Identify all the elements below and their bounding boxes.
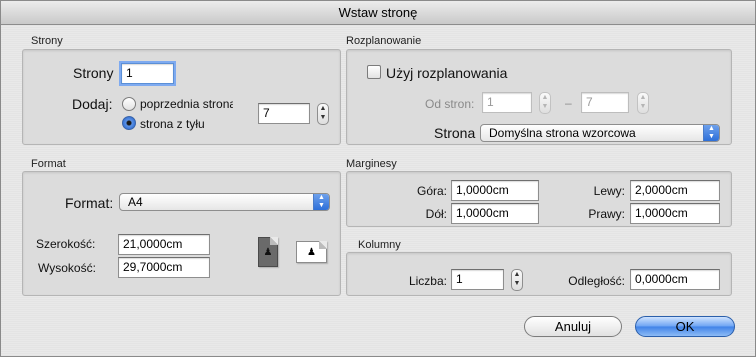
target-page-stepper[interactable]: ▲ ▼ xyxy=(317,103,329,125)
margin-top-label: Góra: xyxy=(416,184,447,198)
range-from-field[interactable]: 1 xyxy=(482,92,532,113)
window-title: Wstaw stronę xyxy=(1,1,755,25)
popup-arrows-icon: ▲ ▼ xyxy=(703,125,719,141)
section-label-margins: Marginesy xyxy=(346,158,397,170)
radio-previous-page[interactable] xyxy=(122,97,136,111)
section-label-columns: Kolumny xyxy=(358,239,401,251)
margin-bottom-field[interactable]: 1,0000cm xyxy=(451,203,539,224)
target-page-field[interactable]: 7 xyxy=(258,103,310,124)
pages-group: Strony 1 Dodaj: poprzednia strona strona… xyxy=(22,49,341,145)
cancel-button[interactable]: Anuluj xyxy=(524,316,622,337)
margin-right-field[interactable]: 1,0000cm xyxy=(630,203,720,224)
format-popup[interactable]: A4 ▲ ▼ xyxy=(119,193,330,211)
ok-button[interactable]: OK xyxy=(635,316,735,337)
section-label-format: Format xyxy=(31,158,66,170)
page-label: Strona xyxy=(434,125,476,141)
master-page-popup[interactable]: Domyślna strona wzorcowa ▲ ▼ xyxy=(480,124,720,142)
margins-group: Góra: 1,0000cm Dół: 1,0000cm Lewy: 2,000… xyxy=(346,171,732,227)
margin-left-label: Lewy: xyxy=(593,184,625,198)
columns-group: Liczba: 1 ▲ ▼ Odległość: 0,0000cm xyxy=(346,252,732,296)
layout-group: Użyj rozplanowania Od stron: 1 ▲ ▼ – 7 ▲ ▼… xyxy=(346,49,732,145)
height-label: Wysokość: xyxy=(38,261,96,275)
section-label-pages: Strony xyxy=(31,35,63,47)
popup-arrows-icon: ▲ ▼ xyxy=(313,194,329,210)
use-layout-checkbox[interactable] xyxy=(367,65,381,79)
columns-count-stepper[interactable]: ▲ ▼ xyxy=(511,269,523,291)
radio-page-after[interactable] xyxy=(122,116,136,130)
column-gap-label: Odległość: xyxy=(568,274,625,288)
portrait-page-icon[interactable]: ♟ xyxy=(258,237,278,267)
column-gap-field[interactable]: 0,0000cm xyxy=(630,269,720,290)
range-dash: – xyxy=(565,96,572,110)
radio-previous-page-label[interactable]: poprzednia strona xyxy=(140,97,233,111)
margin-left-field[interactable]: 2,0000cm xyxy=(630,180,720,201)
pages-count-field[interactable]: 1 xyxy=(121,63,174,84)
landscape-page-icon[interactable]: ♟ xyxy=(296,241,327,263)
use-layout-label[interactable]: Użyj rozplanowania xyxy=(386,65,507,81)
radio-page-after-label[interactable]: strona z tyłu xyxy=(140,117,205,131)
width-field[interactable]: 21,0000cm xyxy=(118,234,210,255)
range-from-stepper[interactable]: ▲ ▼ xyxy=(539,92,551,114)
pages-count-label: Strony xyxy=(73,65,114,81)
format-label: Format: xyxy=(65,195,114,211)
insert-page-dialog: Wstaw stronę Strony Strony 1 Dodaj: popr… xyxy=(0,0,756,357)
range-to-field[interactable]: 7 xyxy=(581,92,629,113)
margin-bottom-label: Dół: xyxy=(425,207,447,221)
margin-top-field[interactable]: 1,0000cm xyxy=(451,180,539,201)
columns-count-label: Liczba: xyxy=(408,274,447,288)
format-group: Format: A4 ▲ ▼ Szerokość: 21,0000cm Wysok… xyxy=(22,171,341,296)
master-page-popup-value: Domyślna strona wzorcowa xyxy=(489,126,636,140)
section-label-layout: Rozplanowanie xyxy=(346,35,422,47)
range-to-stepper[interactable]: ▲ ▼ xyxy=(637,92,649,114)
range-label: Od stron: xyxy=(425,97,475,111)
height-field[interactable]: 29,7000cm xyxy=(118,257,210,278)
format-popup-value: A4 xyxy=(128,195,143,209)
columns-count-field[interactable]: 1 xyxy=(451,269,504,290)
width-label: Szerokość: xyxy=(36,237,96,251)
add-label: Dodaj: xyxy=(72,96,113,112)
margin-right-label: Prawy: xyxy=(588,207,625,221)
